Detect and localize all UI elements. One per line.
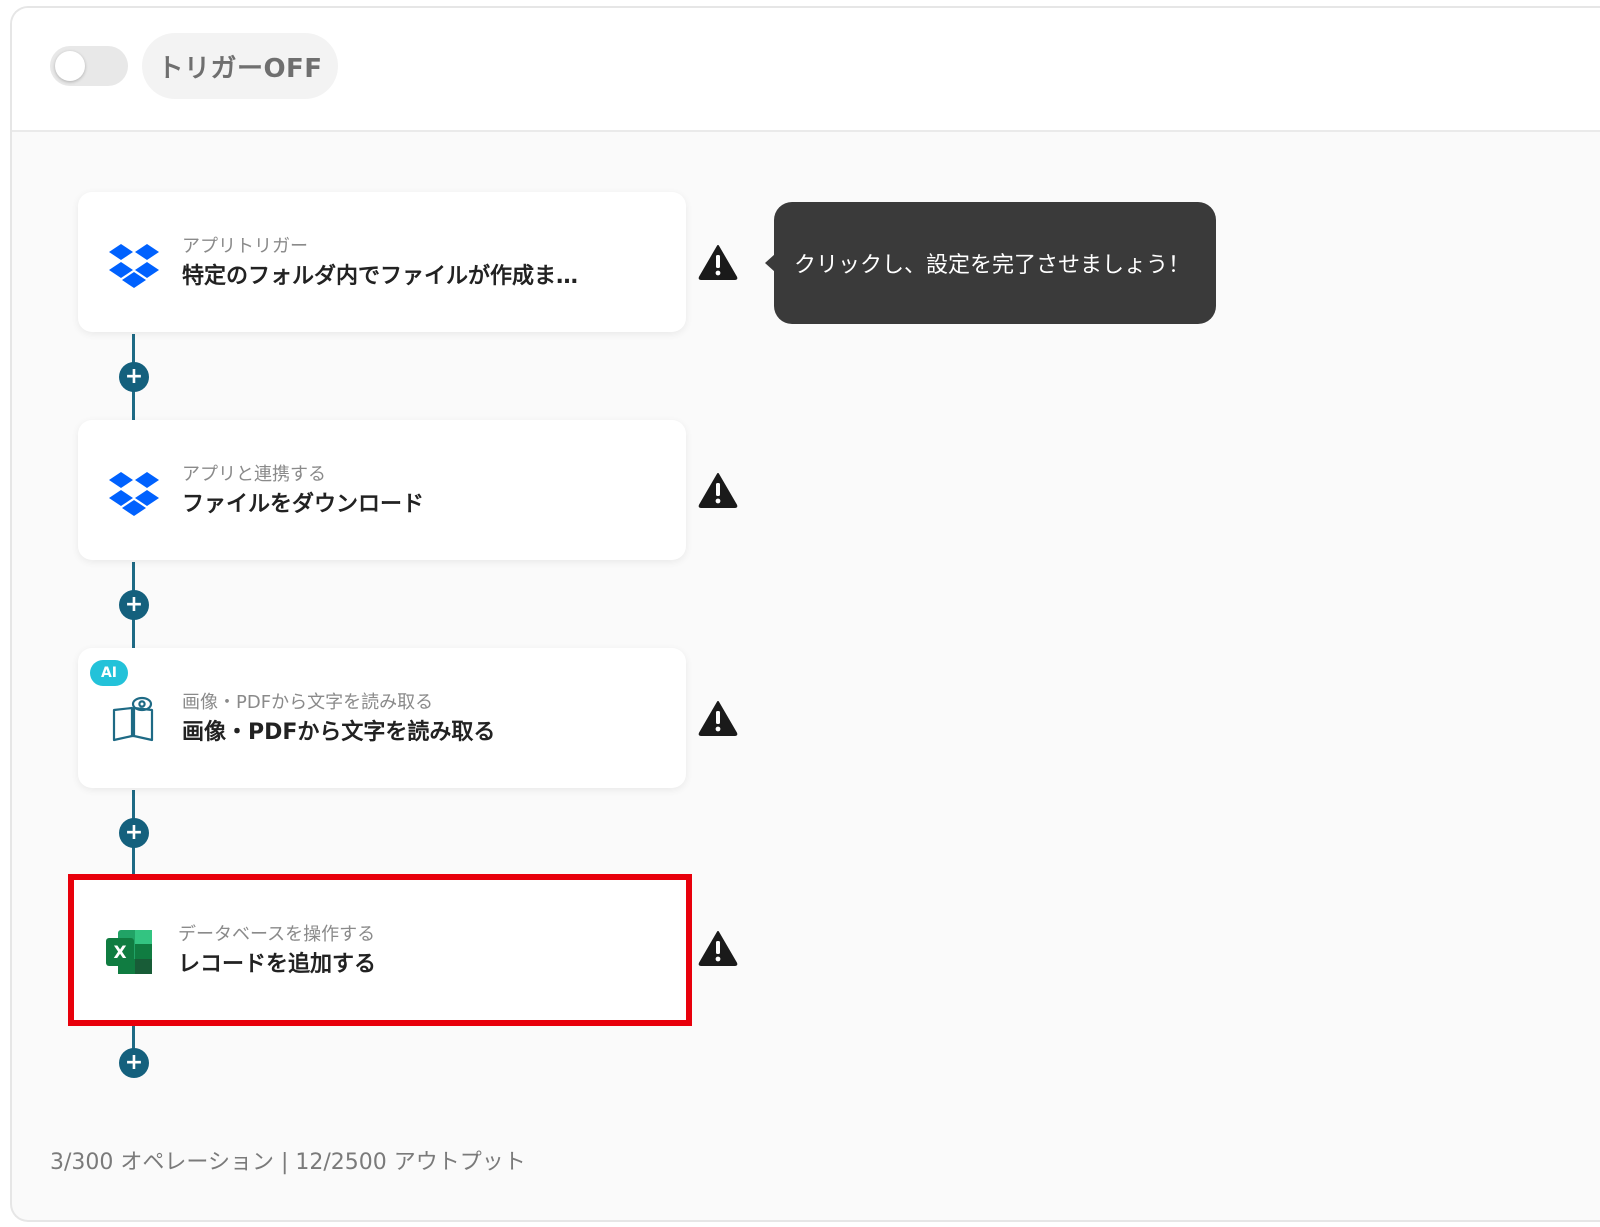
trigger-status-pill: トリガーOFF: [142, 33, 338, 99]
tooltip-text: クリックし、設定を完了させましょう！: [794, 253, 1191, 278]
flow-step-card[interactable]: AI 画像・PDFから文字を読み取る 画像・PDFから文字を読み取る: [78, 648, 686, 788]
dropbox-icon: [109, 244, 159, 288]
step-category: アプリと連携する: [182, 464, 326, 485]
ai-badge: AI: [90, 660, 128, 686]
excel-icon: X: [106, 930, 152, 974]
usage-counter: 3/300 オペレーション | 12/2500 アウトプット: [50, 1150, 526, 1175]
add-step-button[interactable]: +: [119, 590, 149, 620]
step-category: 画像・PDFから文字を読み取る: [182, 692, 434, 713]
step-title: ファイルをダウンロード: [182, 492, 425, 517]
dropbox-icon: [109, 472, 159, 516]
warning-icon[interactable]: [698, 700, 738, 736]
flow-header: トリガーOFF: [12, 8, 1600, 132]
add-step-button[interactable]: +: [119, 1048, 149, 1078]
add-step-button[interactable]: +: [119, 818, 149, 848]
step-title: 画像・PDFから文字を読み取る: [182, 720, 496, 745]
warning-icon[interactable]: [698, 472, 738, 508]
step-title: レコードを追加する: [178, 952, 377, 977]
svg-text:X: X: [113, 943, 126, 963]
flow-editor-panel: トリガーOFF + + + + アプリトリガー 特定のフォルダ内でファイルが作成…: [10, 6, 1600, 1222]
ocr-book-icon: [112, 696, 154, 742]
warning-icon[interactable]: [698, 930, 738, 966]
step-category: データベースを操作する: [178, 924, 376, 945]
trigger-status-label: トリガーOFF: [157, 53, 323, 84]
add-step-button[interactable]: +: [119, 362, 149, 392]
setup-hint-tooltip: クリックし、設定を完了させましょう！: [765, 202, 1216, 324]
trigger-toggle[interactable]: [50, 46, 128, 86]
step-title: 特定のフォルダ内でファイルが作成ま…: [182, 264, 579, 289]
flow-step-card-highlighted[interactable]: X データベースを操作する レコードを追加する: [68, 874, 692, 1026]
warning-icon[interactable]: [698, 244, 738, 280]
flow-step-card[interactable]: アプリトリガー 特定のフォルダ内でファイルが作成ま…: [78, 192, 686, 332]
toggle-knob: [55, 51, 85, 81]
flow-step-card[interactable]: アプリと連携する ファイルをダウンロード: [78, 420, 686, 560]
step-category: アプリトリガー: [182, 236, 308, 257]
